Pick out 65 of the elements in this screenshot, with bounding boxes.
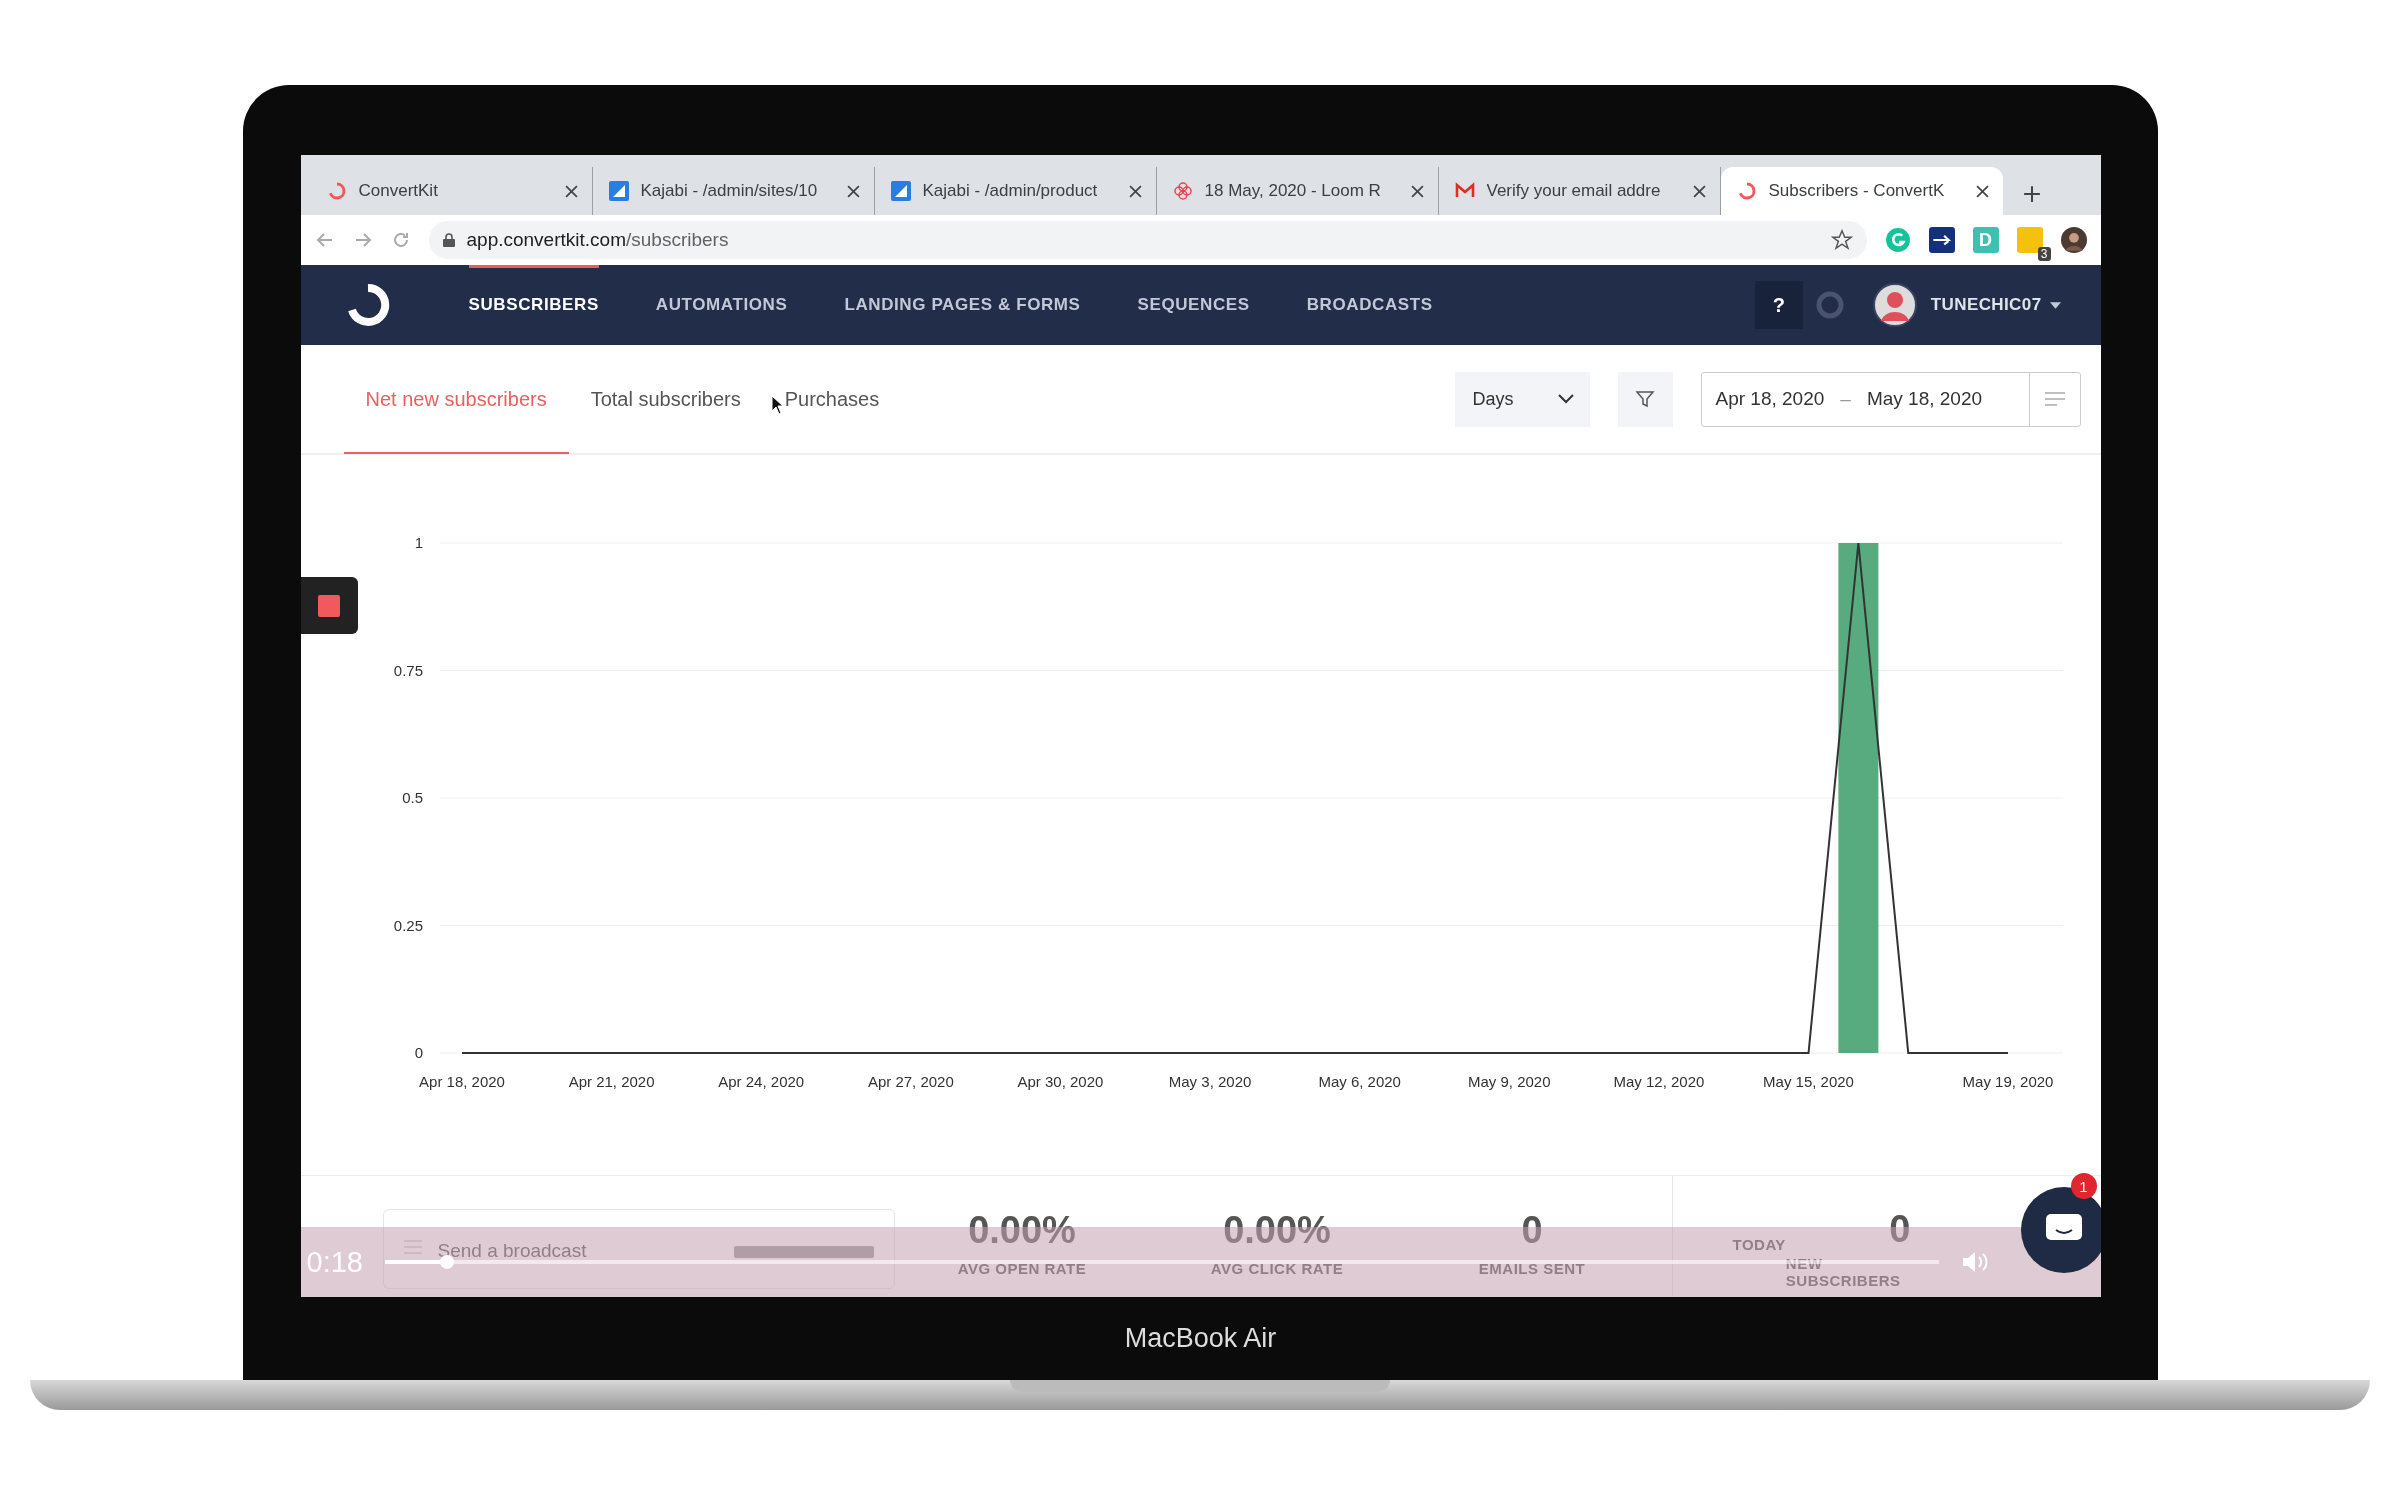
x-tick-label: May 12, 2020 <box>1612 1073 1704 1090</box>
filter-button[interactable] <box>1617 371 1673 427</box>
x-tick-label: Apr 30, 2020 <box>1017 1073 1103 1090</box>
user-menu[interactable]: TUNECHIC07 <box>1930 295 2061 315</box>
x-tick-label: May 3, 2020 <box>1168 1073 1251 1090</box>
stat-value: 0 <box>1521 1209 1543 1252</box>
nav-item[interactable]: SEQUENCES <box>1137 265 1250 345</box>
profile-avatar-icon[interactable] <box>2060 227 2087 253</box>
mouse-cursor-icon <box>770 395 783 415</box>
x-tick-label: May 9, 2020 <box>1467 1073 1551 1090</box>
user-avatar-icon[interactable] <box>1872 283 1917 327</box>
stat-value: 0 <box>1889 1208 1911 1251</box>
x-tick-label: Apr 24, 2020 <box>717 1073 804 1090</box>
chevron-down-icon <box>1557 394 1574 404</box>
stat-label: AVG OPEN RATE <box>957 1260 1087 1277</box>
y-tick-label: 0.5 <box>401 789 423 806</box>
stop-recording-button[interactable] <box>300 577 358 634</box>
nav-item[interactable]: LANDING PAGES & FORMS <box>844 265 1081 345</box>
y-tick-label: 0.25 <box>393 916 423 934</box>
y-tick-label: 0 <box>414 1044 423 1061</box>
flower-logo-icon <box>1172 181 1193 201</box>
stat-value: 0.00% <box>968 1209 1076 1252</box>
close-icon[interactable] <box>1128 184 1142 198</box>
close-icon[interactable] <box>1692 184 1706 198</box>
x-tick-label: Apr 21, 2020 <box>568 1073 655 1090</box>
filter-icon <box>1635 389 1655 409</box>
interval-dropdown[interactable]: Days <box>1454 371 1590 427</box>
extension-badge: 3 <box>2037 247 2051 261</box>
help-button[interactable]: ? <box>1754 281 1803 329</box>
address-bar[interactable]: app.convertkit.com/subscribers <box>428 221 1867 259</box>
stat-label: EMAILS SENT <box>1478 1260 1586 1277</box>
report-tab[interactable]: Total subscribers <box>568 346 763 454</box>
k-logo-icon <box>608 181 629 201</box>
ring-logo-icon <box>326 181 347 201</box>
x-tick-label: Apr 27, 2020 <box>867 1073 954 1090</box>
close-icon[interactable] <box>846 184 860 198</box>
notification-badge: 1 <box>2070 1173 2097 1199</box>
close-icon[interactable] <box>1975 184 1989 198</box>
k-logo-icon <box>890 181 911 201</box>
close-icon[interactable] <box>1410 184 1424 198</box>
new-tab-icon[interactable] <box>2022 185 2041 203</box>
device-label: MacBook Air <box>1124 1323 1277 1354</box>
today-label: TODAY <box>1732 1236 1786 1255</box>
stat-label: NEW SUBSCRIBERS <box>1785 1255 1902 1289</box>
browser-tab[interactable]: Subscribers - ConvertK <box>1720 167 2003 215</box>
caret-icon <box>2049 301 2061 309</box>
notes-extension-icon[interactable] <box>2016 227 2043 253</box>
y-tick-label: 1 <box>414 534 423 551</box>
nav-item[interactable]: SUBSCRIBERS <box>468 265 599 345</box>
x-tick-label: May 19, 2020 <box>1962 1073 2053 1090</box>
close-icon[interactable] <box>564 184 578 198</box>
star-icon[interactable] <box>1830 229 1853 251</box>
stat-value: 0.00% <box>1223 1209 1331 1252</box>
x-tick-label: May 15, 2020 <box>1762 1073 1854 1090</box>
ring-logo-icon <box>1736 181 1757 201</box>
nav-item[interactable]: AUTOMATIONS <box>655 265 788 345</box>
x-tick-label: May 6, 2020 <box>1317 1073 1401 1090</box>
y-tick-label: 0.75 <box>393 661 423 679</box>
stat-label: AVG CLICK RATE <box>1210 1260 1344 1277</box>
date-range-field[interactable]: Apr 18, 2020 – May 18, 2020 <box>1700 371 2081 427</box>
nav-item[interactable]: BROADCASTS <box>1306 265 1433 345</box>
lock-icon <box>442 233 455 247</box>
x-tick-label: Apr 18, 2020 <box>418 1073 505 1090</box>
plane-icon[interactable] <box>1928 227 1955 253</box>
report-tab[interactable]: Purchases <box>762 346 902 454</box>
